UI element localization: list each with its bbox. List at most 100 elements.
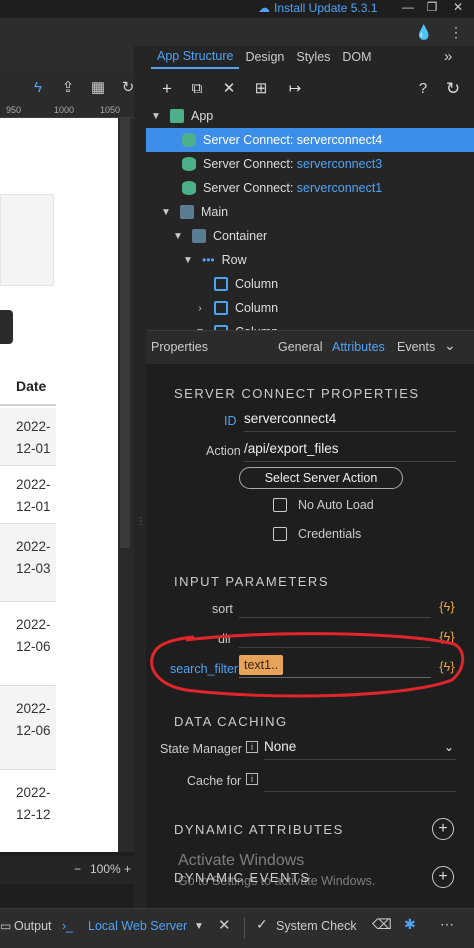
chevron-right-icon[interactable]: › <box>194 303 206 314</box>
add-icon[interactable]: + <box>156 78 178 100</box>
chevron-down-icon[interactable]: ▼ <box>172 231 184 242</box>
table-row: 2022- 12-06 <box>0 602 56 686</box>
date-cell: 2022- 12-01 <box>16 477 51 514</box>
tree-node-column[interactable]: Column <box>146 272 474 296</box>
tree-label-name: serverconnect3 <box>296 157 383 171</box>
tab-events[interactable]: Events <box>397 340 435 354</box>
action-label: Action <box>206 444 241 458</box>
info-icon: i <box>246 741 258 753</box>
local-web-server-tab[interactable]: Local Web Server <box>88 919 187 933</box>
id-input[interactable]: serverconnect4 <box>244 408 456 432</box>
splitter[interactable]: ⋮ <box>134 46 146 926</box>
tab-design[interactable]: Design <box>239 50 290 68</box>
more-icon[interactable]: ⋯ <box>440 916 454 933</box>
tree-label-prefix: Server Connect: <box>203 133 297 147</box>
drop-icon[interactable]: 💧 <box>414 24 434 40</box>
canvas-card <box>0 194 54 286</box>
close-icon[interactable]: ✕ <box>218 916 231 934</box>
bottom-bar: ▭ Output ›_ Local Web Server ▼ ✕ ✓ Syste… <box>0 908 474 948</box>
minimize-button[interactable]: — <box>398 0 418 16</box>
add-dynamic-attribute-button[interactable]: + <box>432 818 454 840</box>
tree-label: Container <box>213 229 268 243</box>
lightning-icon[interactable]: ϟ <box>28 78 48 98</box>
select-server-action-button[interactable]: Select Server Action <box>239 467 403 489</box>
info-icon: i <box>246 773 258 785</box>
no-auto-load-label: No Auto Load <box>298 498 374 512</box>
check-icon: ✓ <box>256 916 268 932</box>
table-header-row: Date <box>0 368 56 406</box>
tree-node-serverconnect1[interactable]: Server Connect: serverconnect1 <box>146 176 474 200</box>
tree-node-serverconnect4[interactable]: Server Connect: serverconnect4 <box>146 128 474 152</box>
properties-panel: Properties General Attributes Events ⌄ S… <box>146 330 474 926</box>
tree-node-app[interactable]: ▼ App <box>146 104 474 128</box>
properties-body: SERVER CONNECT PROPERTIES ID serverconne… <box>146 364 474 926</box>
top-strip: 💧 ⋮ <box>0 18 474 46</box>
title-bar: ☁ Install Update 5.3.1 — ❐ ✕ <box>0 0 474 18</box>
chevron-down-icon[interactable]: ▼ <box>182 255 194 266</box>
date-column-header: Date <box>16 378 47 394</box>
row-icon: ••• <box>202 253 215 267</box>
state-manager-value: None <box>264 739 297 754</box>
ruler-tick: 950 <box>6 105 22 115</box>
canvas-button[interactable] <box>0 310 13 344</box>
credentials-checkbox[interactable] <box>273 527 287 541</box>
tree-label: Row <box>221 253 247 267</box>
system-check-tab[interactable]: System Check <box>276 919 357 933</box>
scrollbar-thumb[interactable] <box>120 118 130 548</box>
more-icon[interactable]: ⋮ <box>446 24 466 40</box>
chevron-down-icon[interactable]: ▼ <box>150 111 162 122</box>
tab-dom[interactable]: DOM <box>336 50 377 68</box>
expand-panel-icon[interactable]: » <box>444 48 452 65</box>
zoom-out-button[interactable]: − <box>74 862 81 876</box>
restore-button[interactable]: ❐ <box>422 0 442 16</box>
tree-node-column[interactable]: › Column <box>146 296 474 320</box>
table-row: 2022- 12-01 <box>0 466 56 524</box>
cloud-icon: ☁ <box>258 1 270 15</box>
tree-label-name: serverconnect4 <box>296 133 383 147</box>
bug-icon[interactable]: ✱ <box>404 916 416 933</box>
tab-app-structure[interactable]: App Structure <box>151 49 240 69</box>
qr-code-icon[interactable]: ▦ <box>88 78 108 98</box>
tree-label: Column <box>235 277 279 291</box>
dropdown-arrow-icon[interactable]: ▼ <box>194 921 204 932</box>
zoom-level[interactable]: 100% <box>90 862 121 876</box>
zoom-in-button[interactable]: + <box>124 862 131 876</box>
dynamic-data-icon[interactable]: {ϟ} <box>438 598 456 616</box>
help-icon[interactable]: ? <box>412 78 434 100</box>
state-manager-select[interactable]: None ⌄ <box>264 736 456 760</box>
install-update-label: Install Update 5.3.1 <box>274 1 378 15</box>
cache-for-input[interactable] <box>264 768 456 792</box>
no-auto-load-checkbox[interactable] <box>273 498 287 512</box>
chevron-down-icon[interactable]: ▼ <box>160 207 172 218</box>
container-icon <box>192 229 206 243</box>
column-icon <box>214 277 228 291</box>
eraser-icon[interactable]: ⌫ <box>372 916 392 933</box>
delete-icon[interactable]: ✕ <box>218 78 240 100</box>
close-window-button[interactable]: ✕ <box>448 0 468 16</box>
output-tab[interactable]: Output <box>14 919 52 933</box>
tree-node-serverconnect3[interactable]: Server Connect: serverconnect3 <box>146 152 474 176</box>
tab-attributes[interactable]: Attributes <box>332 340 385 354</box>
output-icon: ▭ <box>0 919 12 933</box>
section-input-parameters: INPUT PARAMETERS <box>174 574 329 589</box>
tree-node-row[interactable]: ▼ ••• Row <box>146 248 474 272</box>
add-dynamic-event-button[interactable]: + <box>432 866 454 888</box>
tab-general[interactable]: General <box>278 340 322 354</box>
share-icon[interactable]: ⇪ <box>58 78 78 98</box>
database-icon <box>182 181 196 195</box>
date-cell: 2022- 12-01 <box>16 419 51 456</box>
sort-param-input[interactable] <box>239 594 431 618</box>
tree-label: Column <box>235 301 279 315</box>
hierarchy-icon[interactable]: ⊞ <box>250 78 272 100</box>
section-dynamic-attributes: DYNAMIC ATTRIBUTES <box>174 822 344 837</box>
install-update-button[interactable]: ☁ Install Update 5.3.1 <box>258 0 377 16</box>
tree-node-main[interactable]: ▼ Main <box>146 200 474 224</box>
tab-styles[interactable]: Styles <box>290 50 336 68</box>
tree-label-prefix: Server Connect: <box>203 181 297 195</box>
chevron-down-icon[interactable]: ⌄ <box>444 337 456 354</box>
copy-icon[interactable]: ⧉ <box>186 78 208 100</box>
move-out-icon[interactable]: ↦ <box>284 78 306 100</box>
refresh-icon[interactable]: ↻ <box>442 78 464 100</box>
tree-node-container[interactable]: ▼ Container <box>146 224 474 248</box>
action-input[interactable]: /api/export_files <box>244 438 456 462</box>
